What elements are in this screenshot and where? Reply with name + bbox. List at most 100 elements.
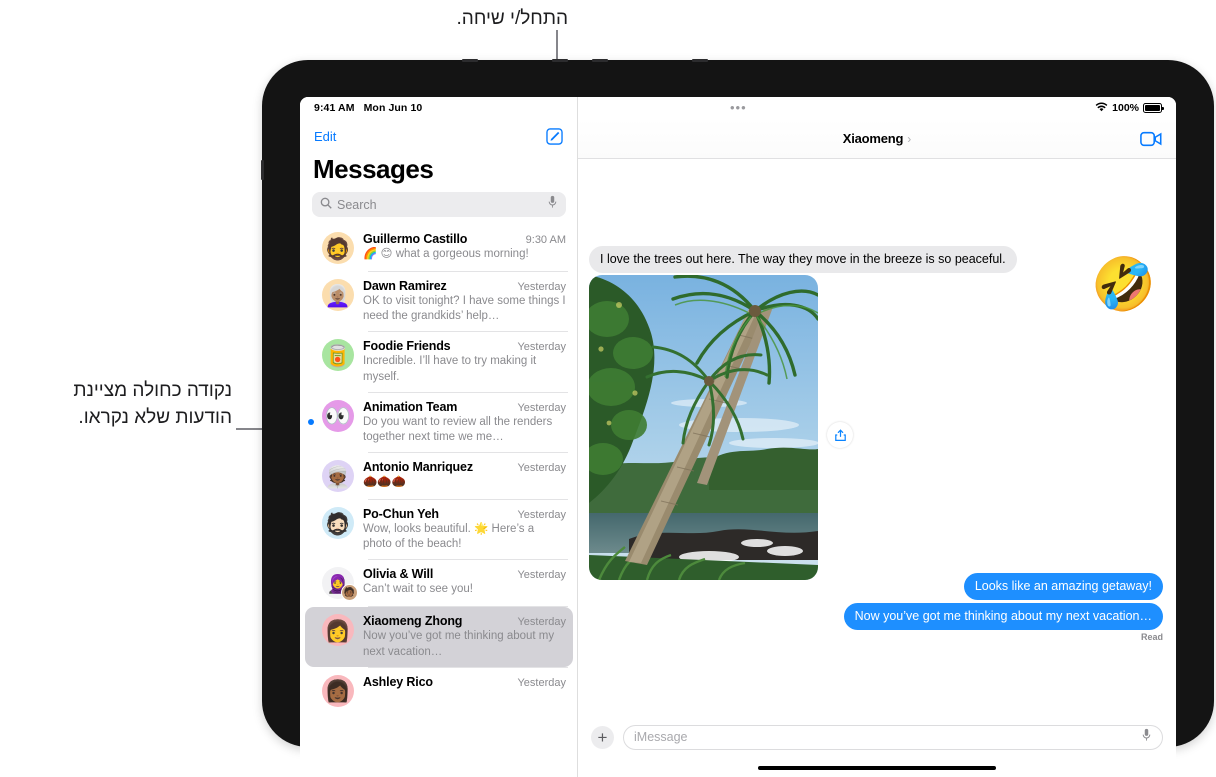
message-thread[interactable]: 🤣 I love the trees out here. The way the… xyxy=(578,160,1176,713)
message-row-outgoing: Now you’ve got me thinking about my next… xyxy=(843,603,1163,642)
list-item-body: Antonio Manriquez Yesterday 🌰🌰🌰 xyxy=(363,460,566,490)
list-item-header: Foodie Friends Yesterday xyxy=(363,339,566,353)
list-item[interactable]: 🧕 🧑🏾 Olivia & Will Yesterday Can’t wait … xyxy=(300,560,578,606)
edit-button[interactable]: Edit xyxy=(314,129,336,144)
message-preview: Can’t wait to see you! xyxy=(363,583,473,596)
device-side-button[interactable] xyxy=(261,160,264,180)
timestamp: Yesterday xyxy=(517,676,566,689)
list-item-body: Olivia & Will Yesterday Can’t wait to se… xyxy=(363,567,566,597)
contact-name: Ashley Rico xyxy=(363,674,433,689)
list-item-body: Dawn Ramirez Yesterday OK to visit tonig… xyxy=(363,279,566,324)
list-item[interactable]: 🧔🏻 Po-Chun Yeh Yesterday Wow, looks beau… xyxy=(300,500,578,559)
contact-name: Xiaomeng Zhong xyxy=(363,614,463,629)
avatar: 🧔 xyxy=(322,232,354,264)
message-preview: 🌰🌰🌰 xyxy=(363,476,406,489)
avatar: 👳🏾 xyxy=(322,460,354,493)
list-item-body: Xiaomeng Zhong Yesterday Now you’ve got … xyxy=(363,614,566,659)
list-item-header: Xiaomeng Zhong Yesterday xyxy=(363,614,566,628)
avatar: 🥫 xyxy=(322,339,354,372)
reaction-emoji[interactable]: 🤣 xyxy=(1091,259,1156,311)
list-item-body: Po-Chun Yeh Yesterday Wow, looks beautif… xyxy=(363,507,566,552)
list-item-body: Ashley Rico Yesterday xyxy=(363,675,566,690)
timestamp: Yesterday xyxy=(517,509,566,522)
conversation-pane: ••• 100% Xiaomeng › 🤣 I love the trees o… xyxy=(578,97,1176,777)
sidebar-status-bar: 9:41 AM Mon Jun 10 xyxy=(300,97,578,119)
list-item[interactable]: 👀 Animation Team Yesterday Do you want t… xyxy=(300,393,578,452)
device-top-button-2[interactable] xyxy=(552,59,568,62)
list-item-selected[interactable]: 👩 Xiaomeng Zhong Yesterday Now you’ve go… xyxy=(305,607,573,667)
messages-sidebar: 9:41 AM Mon Jun 10 Edit Messages Search … xyxy=(300,97,578,777)
share-save-icon[interactable] xyxy=(827,422,853,448)
list-item[interactable]: 🧔 Guillermo Castillo 9:30 AM 🌈 😊 what a … xyxy=(300,225,578,271)
device-top-button-3[interactable] xyxy=(592,59,608,62)
message-preview: OK to visit tonight? I have some things … xyxy=(363,295,566,323)
compose-icon[interactable] xyxy=(545,127,564,146)
contact-name: Dawn Ramirez xyxy=(363,279,447,293)
conversation-status-bar: 100% xyxy=(578,97,1176,119)
list-item-body: Foodie Friends Yesterday Incredible. I’l… xyxy=(363,339,566,384)
avatar-secondary: 🧑🏾 xyxy=(341,584,358,602)
message-row-incoming: I love the trees out here. The way they … xyxy=(589,246,1017,273)
message-bubble-incoming[interactable]: I love the trees out here. The way they … xyxy=(589,246,1017,273)
list-item-header: Dawn Ramirez Yesterday xyxy=(363,279,566,293)
search-placeholder: Search xyxy=(337,197,377,212)
list-item[interactable]: 👩🏽‍🦳 Dawn Ramirez Yesterday OK to visit … xyxy=(300,272,578,331)
message-bubble-outgoing[interactable]: Looks like an amazing getaway! xyxy=(963,573,1163,600)
battery-percent: 100% xyxy=(1112,102,1139,114)
callout-compose-label: התחל/י שיחה. xyxy=(456,8,569,29)
contact-name: Po-Chun Yeh xyxy=(363,507,439,522)
avatar: 👀 xyxy=(322,399,354,432)
avatar: 👩 xyxy=(322,614,354,647)
page-title: Messages xyxy=(313,154,434,184)
message-row-outgoing: Looks like an amazing getaway! xyxy=(963,573,1163,600)
list-item[interactable]: 👳🏾 Antonio Manriquez Yesterday 🌰🌰🌰 xyxy=(300,453,578,499)
timestamp: Yesterday xyxy=(517,341,566,354)
read-receipt: Read xyxy=(1140,631,1163,642)
status-time: 9:41 AM xyxy=(314,102,355,114)
imessage-placeholder: iMessage xyxy=(634,730,688,744)
microphone-icon[interactable] xyxy=(1141,728,1152,747)
search-icon xyxy=(320,196,332,214)
conversation-header: Xiaomeng › xyxy=(578,119,1176,159)
contact-name: Guillermo Castillo xyxy=(363,232,468,246)
message-composer: + iMessage xyxy=(578,717,1176,757)
message-preview: Wow, looks beautiful. 🌟 Here’s a photo o… xyxy=(363,523,535,551)
message-preview: 🌈 😊 what a gorgeous morning! xyxy=(363,248,529,260)
home-indicator[interactable] xyxy=(758,766,996,770)
timestamp: Yesterday xyxy=(517,462,566,475)
add-attachment-button[interactable]: + xyxy=(591,725,614,749)
sidebar-toolbar: Edit xyxy=(300,121,578,151)
list-item-header: Olivia & Will Yesterday xyxy=(363,567,566,581)
list-item-header: Ashley Rico Yesterday xyxy=(363,675,566,689)
device-top-button-1[interactable] xyxy=(462,59,478,62)
message-bubble-outgoing[interactable]: Now you’ve got me thinking about my next… xyxy=(843,603,1163,630)
timestamp: 9:30 AM xyxy=(525,234,566,246)
conversation-list[interactable]: 🧔 Guillermo Castillo 9:30 AM 🌈 😊 what a … xyxy=(300,225,578,777)
chevron-right-icon[interactable]: › xyxy=(907,132,911,146)
list-item-header: Guillermo Castillo 9:30 AM xyxy=(363,232,566,246)
message-preview: Now you’ve got me thinking about my next… xyxy=(363,630,555,658)
device-top-button-4[interactable] xyxy=(692,59,708,62)
list-item[interactable]: 👩🏾 Ashley Rico Yesterday xyxy=(300,668,578,714)
imessage-input[interactable]: iMessage xyxy=(623,724,1163,750)
conversation-title[interactable]: Xiaomeng xyxy=(843,131,904,146)
battery-icon xyxy=(1143,103,1164,113)
message-preview: Incredible. I’ll have to try making it m… xyxy=(363,355,537,383)
facetime-video-icon[interactable] xyxy=(1140,131,1162,152)
unread-indicator-dot xyxy=(308,419,314,426)
list-item[interactable]: 🥫 Foodie Friends Yesterday Incredible. I… xyxy=(300,332,578,391)
ipad-device: 9:41 AM Mon Jun 10 Edit Messages Search … xyxy=(261,59,1214,777)
timestamp: Yesterday xyxy=(517,281,566,293)
search-input[interactable]: Search xyxy=(312,192,566,217)
wifi-icon xyxy=(1095,102,1108,115)
timestamp: Yesterday xyxy=(517,401,566,414)
avatar: 👩🏾 xyxy=(322,674,354,707)
list-item-header: Po-Chun Yeh Yesterday xyxy=(363,507,566,521)
avatar: 🧔🏻 xyxy=(322,507,354,540)
contact-name: Foodie Friends xyxy=(363,339,451,354)
message-preview: Do you want to review all the renders to… xyxy=(363,415,553,443)
photo-attachment[interactable] xyxy=(589,275,818,580)
contact-name: Animation Team xyxy=(363,399,458,414)
list-item-body: Animation Team Yesterday Do you want to … xyxy=(363,400,566,445)
microphone-icon[interactable] xyxy=(547,195,558,214)
